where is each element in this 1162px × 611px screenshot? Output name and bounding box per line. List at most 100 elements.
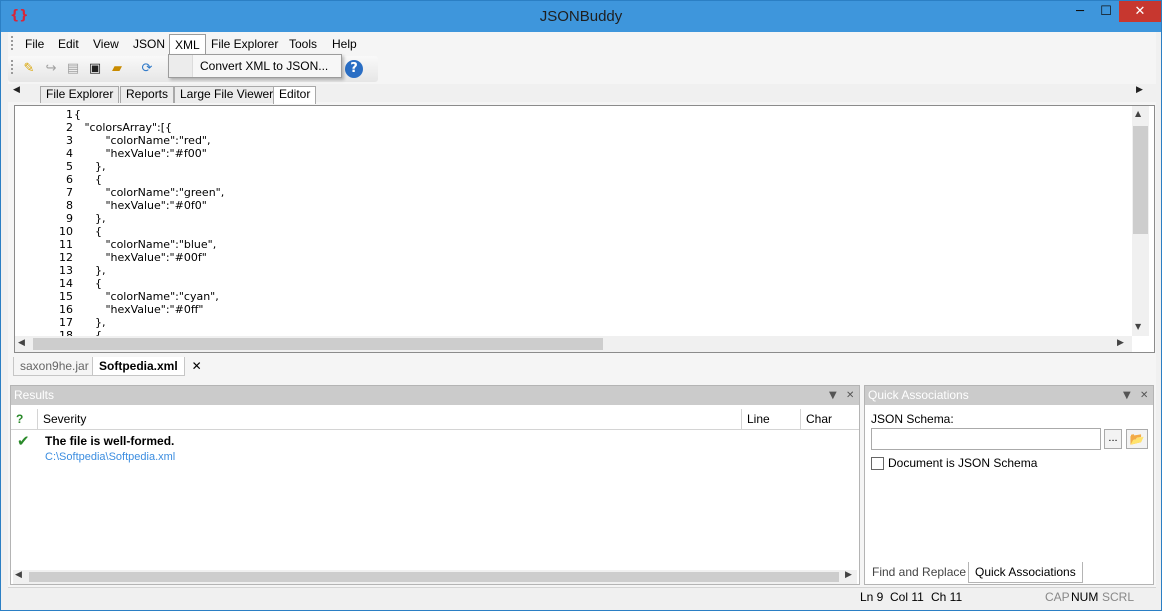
json-schema-input[interactable] — [871, 428, 1101, 450]
code-line[interactable]: "colorName":"red", — [74, 134, 224, 147]
save-all-icon[interactable]: ▰ — [108, 60, 126, 78]
panel-menu-icon[interactable]: ▼ — [829, 386, 837, 405]
scroll-left-icon[interactable]: ◀ — [18, 338, 25, 348]
file-tab-saxon9he[interactable]: saxon9he.jar — [13, 357, 96, 376]
result-file-path[interactable]: C:\Softpedia\Softpedia.xml — [45, 451, 175, 463]
file-tabs: saxon9he.jar Softpedia.xml ✕ — [13, 357, 413, 376]
column-char[interactable]: Char — [801, 409, 859, 429]
app-window: {} JSONBuddy ─ ☐ ✕ File Edit View JSON X… — [0, 0, 1162, 611]
code-text[interactable]: { "colorsArray":[{ "colorName":"red", "h… — [74, 108, 224, 342]
status-bar: Ln 9 Col 11 Ch 11 CAP NUM SCRL — [8, 587, 1156, 605]
code-line[interactable]: "hexValue":"#0ff" — [74, 303, 224, 316]
line-number: 12 — [59, 251, 73, 264]
menu-help[interactable]: Help — [327, 34, 362, 54]
refresh-icon[interactable]: ⟳ — [138, 60, 156, 78]
status-column: Col 11 — [890, 590, 924, 604]
code-line[interactable]: "colorName":"green", — [74, 186, 224, 199]
tabs-scroll-right-icon[interactable]: ▶ — [1136, 85, 1143, 95]
line-number: 15 — [59, 290, 73, 303]
code-line[interactable]: }, — [74, 212, 224, 225]
code-line[interactable]: "hexValue":"#00f" — [74, 251, 224, 264]
json-schema-checkbox[interactable] — [871, 457, 884, 470]
title-bar[interactable]: {} JSONBuddy ─ ☐ ✕ — [1, 1, 1161, 32]
vertical-scroll-thumb[interactable] — [1133, 126, 1148, 234]
close-tab-icon[interactable]: ✕ — [192, 357, 202, 375]
scroll-down-icon[interactable]: ▼ — [1135, 322, 1141, 331]
line-number: 13 — [59, 264, 73, 277]
tabs-scroll-left-icon[interactable]: ◀ — [13, 85, 20, 95]
close-button[interactable]: ✕ — [1119, 1, 1161, 22]
results-panel-header: Results ▼ ✕ — [11, 386, 859, 405]
code-line[interactable]: { — [74, 225, 224, 238]
file-tab-softpedia[interactable]: Softpedia.xml ✕ — [92, 357, 202, 376]
maximize-button[interactable]: ☐ — [1093, 1, 1119, 22]
code-line[interactable]: }, — [74, 316, 224, 329]
new-file-icon[interactable]: ✎ — [20, 60, 38, 78]
tab-reports[interactable]: Reports — [120, 86, 175, 103]
code-line[interactable]: "hexValue":"#f00" — [74, 147, 224, 160]
status-line: Ln 9 — [860, 590, 884, 604]
open-file-icon[interactable]: ▤ — [64, 60, 82, 78]
line-number: 9 — [66, 212, 73, 225]
code-line[interactable]: { — [74, 108, 224, 121]
minimize-button[interactable]: ─ — [1067, 1, 1093, 22]
tab-file-explorer[interactable]: File Explorer — [40, 86, 120, 103]
code-editor[interactable]: 123456789101112131415161718 { "colorsArr… — [14, 105, 1155, 353]
panel-close-icon[interactable]: ✕ — [1140, 386, 1148, 405]
scroll-right-icon[interactable]: ▶ — [1117, 338, 1124, 348]
scroll-right-icon[interactable]: ▶ — [845, 570, 852, 580]
scroll-up-icon[interactable]: ▲ — [1135, 109, 1141, 118]
column-line[interactable]: Line — [742, 409, 801, 429]
code-line[interactable]: { — [74, 173, 224, 186]
open-folder-icon[interactable]: 📂 — [1126, 429, 1148, 449]
code-line[interactable]: { — [74, 277, 224, 290]
browse-button[interactable]: ... — [1104, 429, 1122, 449]
horizontal-scroll-thumb[interactable] — [33, 338, 603, 350]
results-title: Results — [14, 388, 55, 402]
tab-find-and-replace[interactable]: Find and Replace — [866, 562, 972, 583]
panel-menu-icon[interactable]: ▼ — [1123, 386, 1131, 405]
editor-vertical-scrollbar[interactable]: ▲ ▼ — [1132, 106, 1149, 336]
menu-xml[interactable]: XML — [169, 34, 206, 54]
quick-associations-panel: Quick Associations ▼ ✕ JSON Schema: ... … — [864, 385, 1154, 585]
menu-json[interactable]: JSON — [128, 34, 170, 54]
toolbar-grip-icon[interactable] — [11, 60, 14, 74]
code-line[interactable]: }, — [74, 264, 224, 277]
bottom-panel-tabs: Find and Replace Quick Associations — [864, 562, 1154, 583]
code-line[interactable]: }, — [74, 160, 224, 173]
menu-file-explorer[interactable]: File Explorer — [206, 34, 283, 54]
code-line[interactable]: "hexValue":"#0f0" — [74, 199, 224, 212]
panel-close-icon[interactable]: ✕ — [846, 386, 854, 405]
code-line[interactable]: "colorName":"cyan", — [74, 290, 224, 303]
open-folder-icon[interactable]: ↪ — [42, 60, 60, 78]
menu-item-convert-xml-to-json[interactable]: Convert XML to JSON... — [200, 59, 328, 73]
code-line[interactable]: "colorName":"blue", — [74, 238, 224, 251]
column-status[interactable]: ? — [11, 409, 38, 429]
menu-tools[interactable]: Tools — [284, 34, 322, 54]
editor-horizontal-scrollbar[interactable]: ◀ ▶ — [15, 336, 1132, 352]
save-icon[interactable]: ▣ — [86, 60, 104, 78]
column-severity[interactable]: Severity — [38, 409, 742, 429]
menubar-grip-icon[interactable] — [11, 36, 14, 50]
line-number: 14 — [59, 277, 73, 290]
results-horizontal-scrollbar[interactable]: ◀ ▶ — [13, 570, 857, 584]
help-icon[interactable]: ? — [345, 60, 363, 78]
line-number: 8 — [66, 199, 73, 212]
menu-edit[interactable]: Edit — [53, 34, 84, 54]
status-caps: CAP — [1045, 590, 1070, 604]
menu-view[interactable]: View — [88, 34, 124, 54]
tab-editor[interactable]: Editor — [273, 86, 317, 104]
result-message[interactable]: The file is well-formed. — [45, 434, 174, 448]
code-line[interactable]: "colorsArray":[{ — [74, 121, 224, 134]
quick-associations-header: Quick Associations ▼ ✕ — [865, 386, 1153, 405]
column-header-divider — [11, 429, 859, 430]
json-schema-checkbox-label[interactable]: Document is JSON Schema — [888, 456, 1037, 470]
menu-file[interactable]: File — [20, 34, 49, 54]
tab-quick-associations[interactable]: Quick Associations — [968, 562, 1083, 583]
line-number-gutter: 123456789101112131415161718 — [15, 108, 73, 342]
results-scroll-thumb[interactable] — [29, 572, 839, 582]
scroll-left-icon[interactable]: ◀ — [15, 570, 22, 580]
tab-large-file-viewer[interactable]: Large File Viewer — [174, 86, 280, 103]
menu-bar: File Edit View JSON XML File Explorer To… — [8, 32, 1156, 54]
dropdown-icon-column — [169, 55, 193, 77]
